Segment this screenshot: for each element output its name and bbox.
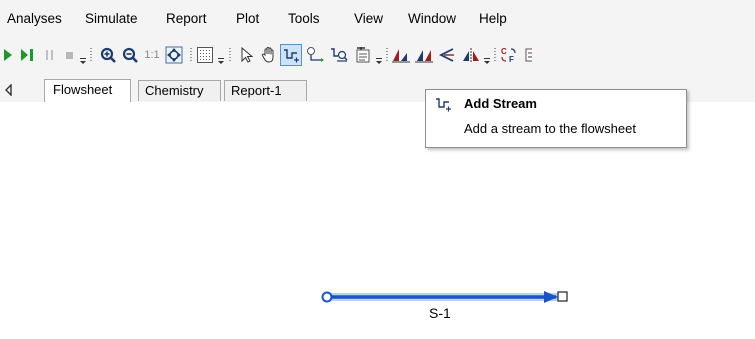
flip-vertical-icon <box>463 48 479 63</box>
dropdown-arrow-icon[interactable] <box>375 58 383 66</box>
step-button[interactable] <box>17 44 39 66</box>
menu-view[interactable]: View <box>354 10 383 28</box>
menu-window[interactable]: Window <box>408 10 456 28</box>
tab-report-1[interactable]: Report-1 <box>224 80 307 101</box>
zoom-in-button[interactable] <box>97 44 119 66</box>
menu-plot[interactable]: Plot <box>236 10 259 28</box>
tooltip: Add Stream Add a stream to the flowsheet <box>425 89 687 148</box>
zoom-fit-button[interactable] <box>163 44 185 66</box>
align-button[interactable] <box>390 44 412 66</box>
pause-icon <box>46 50 53 60</box>
dropdown-arrow-icon[interactable] <box>79 58 87 66</box>
zoom-out-icon <box>122 47 138 63</box>
align-bottom-icon <box>392 49 410 63</box>
stream-source-handle[interactable] <box>321 291 333 303</box>
flip-vertical-button[interactable] <box>460 44 482 66</box>
menu-bar: Analyses Simulate Report Plot Tools View… <box>0 0 755 36</box>
stream-target-handle[interactable] <box>557 291 568 302</box>
distribute-icon <box>415 50 433 63</box>
flip-horizontal-button[interactable] <box>436 44 458 66</box>
add-node-button[interactable] <box>304 44 326 66</box>
hand-icon <box>261 46 274 63</box>
node-stream-icon <box>307 47 324 62</box>
more-tools-icon <box>525 48 532 62</box>
run-button[interactable] <box>0 44 16 66</box>
dropdown-arrow-icon[interactable] <box>217 58 225 66</box>
distribute-button[interactable] <box>413 44 435 66</box>
add-stream-icon <box>284 49 299 63</box>
units-convert-icon: CF <box>501 47 516 64</box>
tab-scroll-left-button[interactable] <box>4 83 14 99</box>
stream-label: S-1 <box>429 305 451 321</box>
toolbar-separator <box>386 48 388 62</box>
zoom-1to1-button[interactable]: 1:1 <box>141 44 163 66</box>
toolbar-separator <box>190 48 192 62</box>
toolbar-separator <box>229 48 231 62</box>
menu-analyses[interactable]: Analyses <box>7 10 62 28</box>
menu-tools[interactable]: Tools <box>288 10 320 28</box>
stop-button[interactable] <box>59 44 81 66</box>
toolbar-separator <box>90 48 92 62</box>
play-icon <box>4 49 12 61</box>
menu-simulate[interactable]: Simulate <box>85 10 138 28</box>
svg-text:C: C <box>501 47 507 56</box>
zoom-out-button[interactable] <box>119 44 141 66</box>
text-block-icon <box>356 47 370 63</box>
add-text-button[interactable] <box>352 44 374 66</box>
tab-chemistry[interactable]: Chemistry <box>138 80 221 101</box>
chevron-left-icon <box>5 83 12 97</box>
step-icon <box>21 49 33 61</box>
flip-horizontal-icon <box>438 48 454 62</box>
zoom-in-icon <box>100 47 116 63</box>
pause-button[interactable] <box>39 44 61 66</box>
tab-flowsheet[interactable]: Flowsheet <box>44 79 131 102</box>
select-tool-button[interactable] <box>236 44 258 66</box>
stop-icon <box>66 52 73 59</box>
units-button[interactable]: CF <box>498 44 520 66</box>
add-stream-button[interactable] <box>280 44 302 66</box>
menu-help[interactable]: Help <box>479 10 507 28</box>
dropdown-arrow-icon[interactable] <box>483 58 491 66</box>
menu-report[interactable]: Report <box>166 10 207 28</box>
stream-arrow-icon <box>544 291 558 303</box>
pan-tool-button[interactable] <box>258 44 280 66</box>
stream-label-button[interactable] <box>328 44 350 66</box>
zoom-fit-icon <box>165 46 183 64</box>
pointer-icon <box>241 47 254 63</box>
more-tools-button[interactable] <box>518 44 532 66</box>
tooltip-title: Add Stream <box>464 96 537 111</box>
svg-text:F: F <box>509 55 514 64</box>
grid-button[interactable] <box>194 44 216 66</box>
toolbar-separator <box>494 48 496 62</box>
tooltip-description: Add a stream to the flowsheet <box>464 121 636 136</box>
add-stream-icon <box>436 98 451 112</box>
grid-icon <box>197 47 213 63</box>
stream-label-icon <box>331 48 348 62</box>
